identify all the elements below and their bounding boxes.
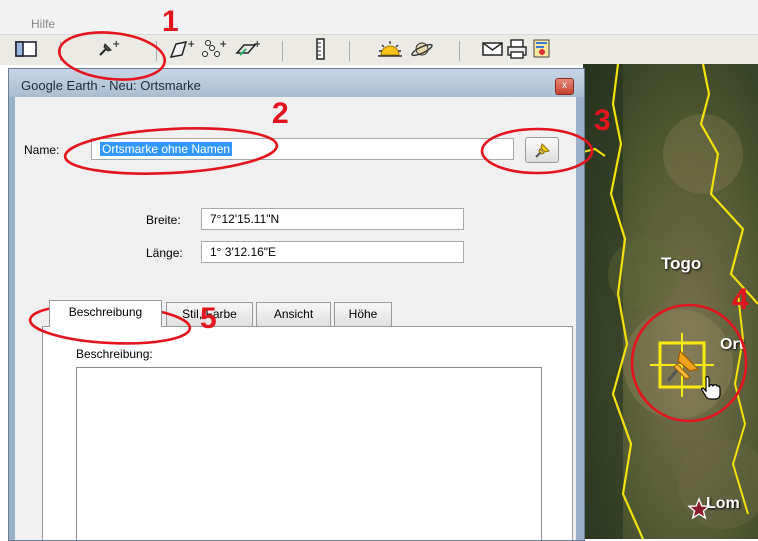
annotation-ellipse-4 <box>630 303 748 423</box>
annotation-number-5: 5 <box>200 302 217 335</box>
annotation-ellipse-2 <box>63 127 279 175</box>
annotation-number-3: 3 <box>594 104 611 137</box>
annotation-ellipse-1 <box>57 31 167 81</box>
annotation-number-4: 4 <box>732 283 749 316</box>
annotation-overlay <box>28 31 748 423</box>
tab-beschreibung[interactable]: Beschreibung <box>49 300 162 327</box>
annotation-ellipse-3 <box>480 127 594 175</box>
annotation-number-1: 1 <box>162 5 179 38</box>
annotation-number-2: 2 <box>272 97 289 130</box>
